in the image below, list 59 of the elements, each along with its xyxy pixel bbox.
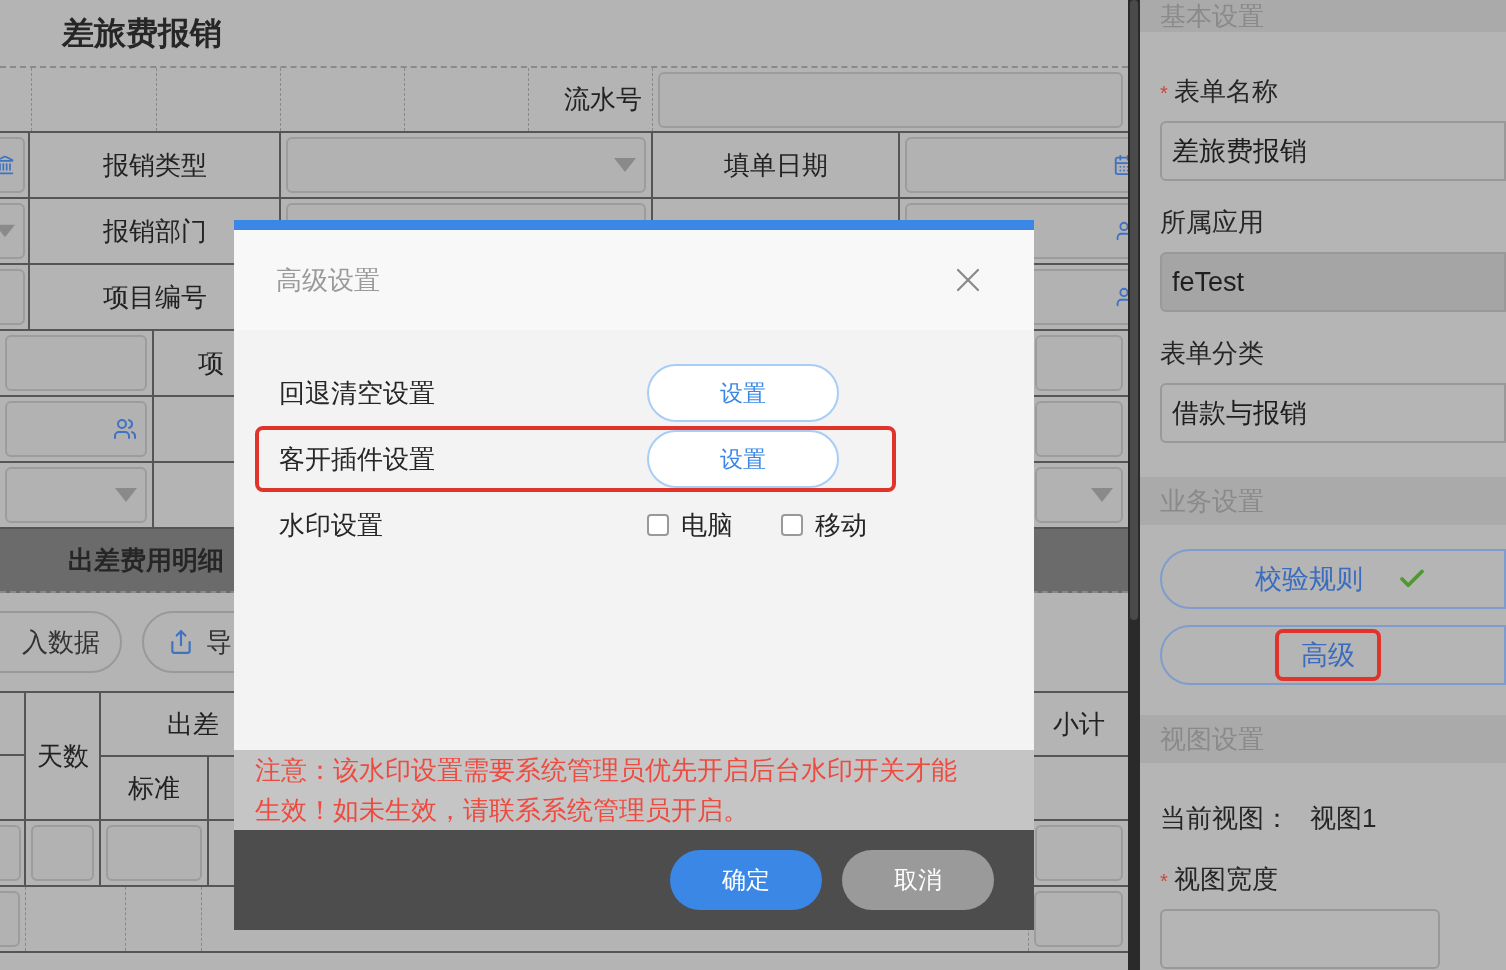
pill-button[interactable]: 高级	[1160, 625, 1506, 685]
checkbox[interactable]	[781, 514, 803, 536]
settings-button[interactable]: 设置	[647, 430, 839, 488]
field-label: 小计	[1053, 707, 1105, 741]
cancel-button[interactable]: 取消	[842, 850, 994, 910]
input-field[interactable]	[1035, 401, 1123, 457]
input-field[interactable]	[1160, 909, 1440, 969]
field-label: 当前视图：	[1160, 802, 1290, 835]
field-label: 填单日期	[723, 148, 828, 182]
field-label: 流水号	[564, 83, 642, 116]
input-field[interactable]: 借款与报销	[1160, 383, 1506, 443]
field-label: 项目编号	[102, 280, 207, 314]
input-field[interactable]	[31, 825, 94, 881]
input-field[interactable]	[0, 825, 21, 881]
field-label: 出差	[167, 707, 219, 741]
input-field[interactable]	[658, 71, 1123, 128]
input-field[interactable]	[1035, 825, 1123, 881]
field-label: * 视图宽度	[1160, 863, 1279, 896]
section-title: 出差费用明细	[68, 543, 224, 577]
checkbox[interactable]	[647, 514, 669, 536]
input-field[interactable]	[5, 335, 147, 391]
settings-button[interactable]: 设置	[647, 364, 839, 422]
field-label: 报销部门	[102, 214, 207, 248]
input-field[interactable]	[1035, 335, 1123, 391]
setting-label: 水印设置	[279, 508, 384, 542]
setting-label: 客开插件设置	[279, 442, 436, 476]
dropdown-arrow-icon	[0, 224, 15, 238]
dropdown-arrow-icon	[115, 488, 137, 502]
input-field[interactable]	[905, 137, 1128, 193]
input-field[interactable]: 差旅费报销	[1160, 121, 1506, 181]
form-title: 差旅费报销	[62, 14, 222, 53]
field-label: 报销类型	[102, 148, 207, 182]
input-field[interactable]	[1034, 891, 1123, 947]
field-label: * 表单名称	[1160, 75, 1279, 108]
setting-label: 回退清空设置	[279, 376, 436, 410]
toolbar-button[interactable]: 入数据	[0, 611, 122, 673]
field-label: 所属应用	[1160, 206, 1265, 239]
input-field[interactable]	[5, 467, 147, 523]
input-field[interactable]	[1035, 467, 1123, 523]
input-field[interactable]	[286, 137, 646, 193]
export-icon	[168, 629, 194, 655]
bank-icon	[0, 155, 15, 175]
dropdown-arrow-icon	[1091, 488, 1113, 502]
field-label: 天数	[36, 739, 89, 773]
field-label: 项	[198, 346, 224, 380]
scrollbar-thumb[interactable]	[1130, 0, 1138, 620]
confirm-button[interactable]: 确定	[670, 850, 822, 910]
field-label: 标准	[128, 771, 180, 805]
field-label: 表单分类	[1160, 337, 1265, 370]
people-icon	[113, 417, 137, 441]
warning-note: 注意：该水印设置需要系统管理员优先开启后台水印开关才能生效！如未生效，请联系系统管理员开启。	[255, 754, 958, 827]
checkbox-label: 电脑	[681, 508, 733, 542]
dialog-title: 高级设置	[276, 263, 380, 297]
checkbox-label: 移动	[815, 508, 867, 542]
input-field[interactable]	[5, 401, 147, 457]
pill-button[interactable]: 校验规则	[1160, 549, 1506, 609]
field-value: 视图1	[1310, 802, 1377, 835]
dropdown-arrow-icon	[614, 158, 636, 172]
input-field[interactable]	[106, 825, 202, 881]
